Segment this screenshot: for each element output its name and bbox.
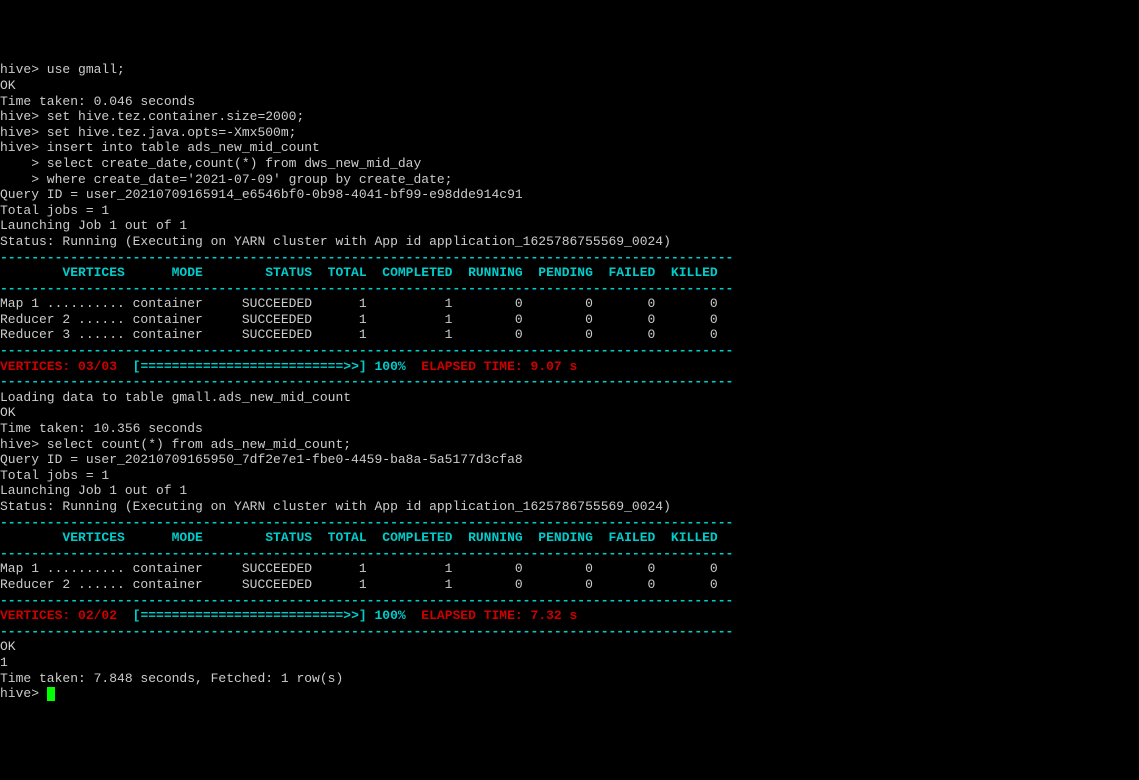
cursor[interactable] [47, 687, 55, 701]
terminal-output: hive> use gmall;OKTime taken: 0.046 seco… [0, 62, 1139, 701]
